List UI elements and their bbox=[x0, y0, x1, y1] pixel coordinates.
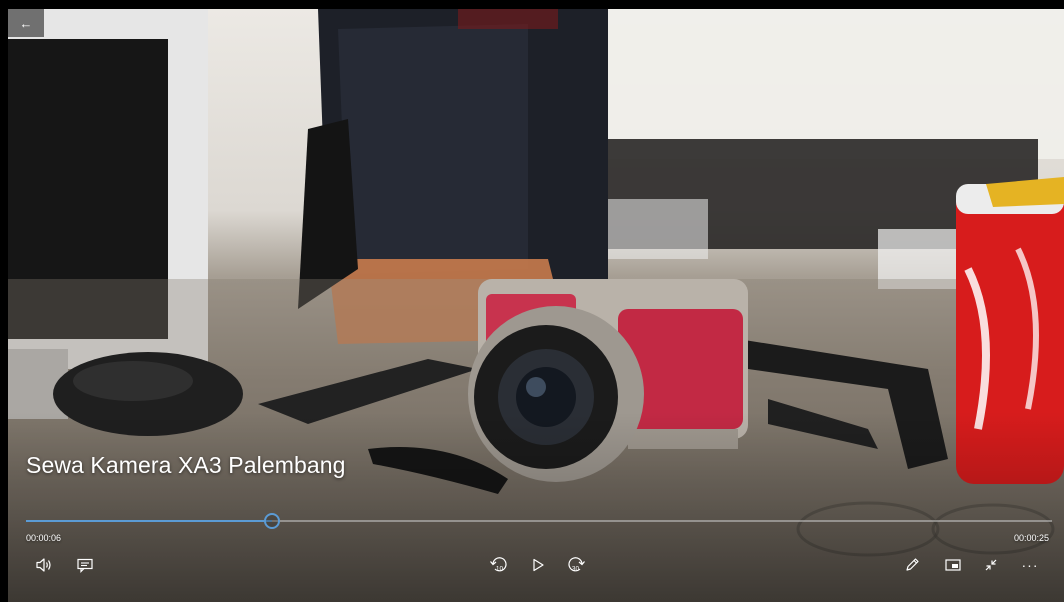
exit-fullscreen-icon bbox=[985, 559, 997, 571]
play-button[interactable] bbox=[525, 554, 551, 576]
skip-forward-button[interactable]: 30 bbox=[563, 554, 589, 576]
elapsed-time: 00:00:06 bbox=[26, 533, 62, 543]
back-arrow-icon: ← bbox=[19, 15, 33, 31]
media-player-window: ← Sewa Kamera XA3 Palembang 00:00:06 00:… bbox=[0, 0, 1064, 602]
skip-back-seconds: 10 bbox=[496, 566, 504, 573]
edit-button[interactable] bbox=[899, 554, 925, 576]
skip-forward-30-icon: 30 bbox=[568, 557, 585, 573]
skip-forward-seconds: 30 bbox=[572, 566, 580, 573]
back-button[interactable]: ← bbox=[8, 9, 44, 37]
volume-icon bbox=[36, 558, 51, 572]
subtitles-icon bbox=[77, 558, 93, 573]
skip-back-button[interactable]: 10 bbox=[486, 554, 512, 576]
exit-fullscreen-button[interactable] bbox=[978, 554, 1004, 576]
mini-view-button[interactable] bbox=[940, 554, 966, 576]
video-frame[interactable] bbox=[8, 9, 1064, 602]
skip-back-10-icon: 10 bbox=[490, 557, 507, 573]
seek-bar-progress bbox=[26, 520, 273, 522]
edit-pen-icon bbox=[906, 558, 919, 571]
video-title: Sewa Kamera XA3 Palembang bbox=[26, 452, 346, 478]
subtitles-button[interactable] bbox=[72, 554, 98, 576]
more-options-icon: ··· bbox=[1021, 557, 1039, 573]
seek-bar[interactable] bbox=[26, 513, 1052, 529]
play-icon bbox=[533, 558, 544, 572]
volume-button[interactable] bbox=[31, 554, 57, 576]
more-options-button[interactable]: ··· bbox=[1017, 554, 1043, 576]
mini-view-icon bbox=[945, 559, 961, 571]
total-duration: 00:00:25 bbox=[1013, 533, 1049, 543]
